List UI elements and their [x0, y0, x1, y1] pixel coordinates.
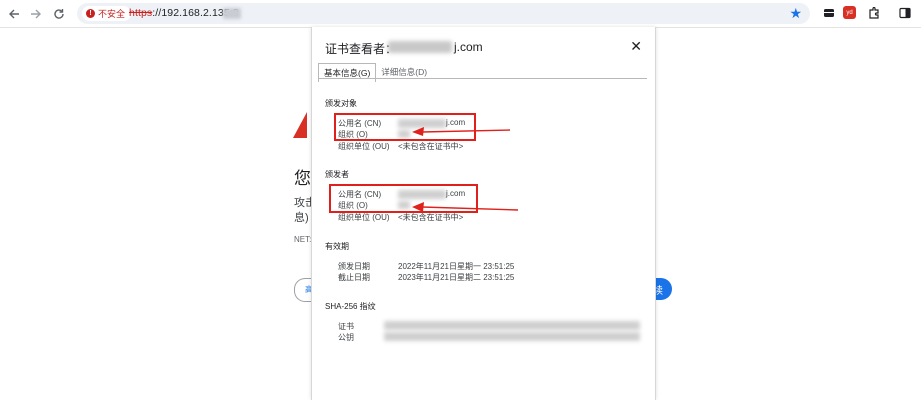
validity-title: 有效期	[325, 242, 349, 251]
tab-general[interactable]: 基本信息(G)	[318, 63, 377, 82]
issued-to-ou-label: 组织单位 (OU)	[338, 142, 390, 151]
pubkey-fingerprint-redaction	[384, 332, 640, 341]
security-chip-label: 不安全	[98, 9, 126, 19]
issued-by-ou-label: 组织单位 (OU)	[338, 213, 390, 222]
issued-date-value: 2022年11月21日星期一 23:51:25	[398, 262, 515, 271]
expires-date-label: 截止日期	[338, 273, 370, 282]
url-redaction	[223, 8, 241, 19]
issued-date-label: 颁发日期	[338, 262, 370, 271]
cert-fingerprint-label: 证书	[338, 322, 354, 331]
issued-to-ou-value: <未包含在证书中>	[398, 142, 464, 151]
issued-by-annotation-arrow-icon	[412, 202, 519, 212]
warning-heading: 您	[294, 169, 311, 188]
side-panel-icon[interactable]	[897, 5, 913, 21]
expires-date-value: 2023年11月21日星期二 23:51:25	[398, 273, 515, 282]
close-icon[interactable]: ✕	[630, 38, 642, 55]
security-indicator[interactable]: ! 不安全	[82, 6, 132, 21]
warning-line-2: 息)	[294, 212, 309, 224]
certificate-viewer-dialog: 证书查看者： j.com ✕ 基本信息(G) 详细信息(D) 颁发对象 公用名 …	[311, 27, 656, 400]
extension-icon[interactable]	[821, 5, 837, 21]
warning-icon: !	[86, 9, 95, 18]
dialog-tabs: 基本信息(G) 详细信息(D)	[318, 63, 432, 82]
tab-details[interactable]: 详细信息(D)	[376, 63, 432, 82]
back-arrow-icon[interactable]	[4, 4, 24, 24]
reload-icon[interactable]	[49, 4, 69, 24]
youdao-extension-icon[interactable]: yd	[843, 6, 856, 19]
issued-to-title: 颁发对象	[325, 99, 357, 108]
url-protocol: https	[129, 7, 153, 19]
warning-triangle-icon	[293, 112, 307, 138]
tab-divider	[318, 78, 647, 79]
issued-to-annotation-arrow-icon	[412, 127, 511, 136]
issued-by-title: 颁发者	[325, 170, 349, 179]
dialog-title: 证书查看者：	[325, 42, 398, 56]
bookmark-star-icon[interactable]: ★	[789, 5, 802, 22]
pubkey-fingerprint-label: 公钥	[338, 333, 354, 342]
address-bar[interactable]: ! 不安全 https://192.168.2.135:8 ★	[77, 3, 810, 24]
fingerprints-title: SHA-256 指纹	[325, 302, 376, 311]
title-domain-redaction	[388, 41, 452, 53]
forward-arrow-icon[interactable]	[26, 4, 46, 24]
browser-toolbar: ! 不安全 https://192.168.2.135:8 ★ yd	[0, 0, 921, 28]
puzzle-extensions-icon[interactable]	[866, 5, 882, 21]
title-domain-suffix: j.com	[454, 40, 483, 54]
cert-fingerprint-redaction	[384, 321, 640, 330]
